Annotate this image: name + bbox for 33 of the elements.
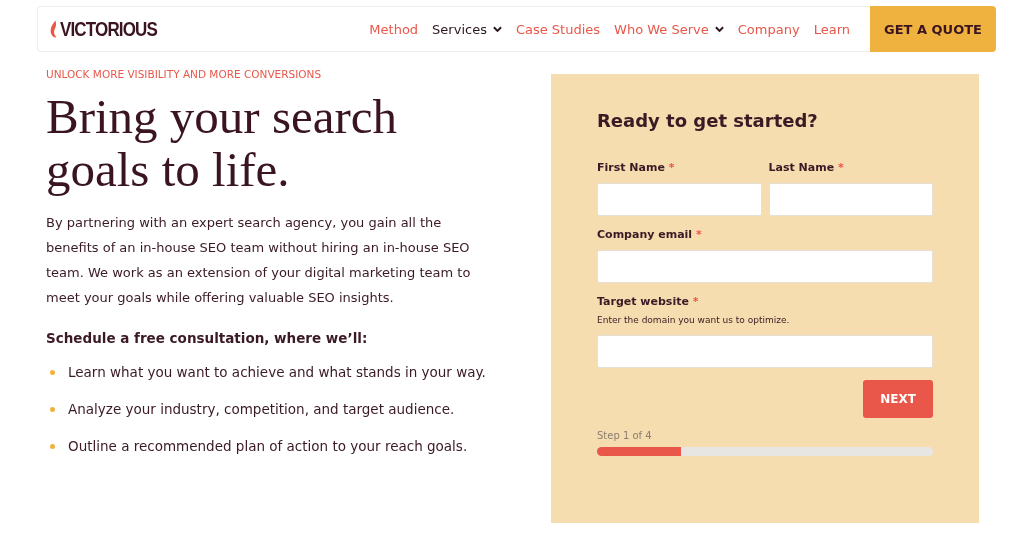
next-button[interactable]: NEXT	[863, 380, 933, 418]
input-field[interactable]	[597, 183, 762, 216]
field-label: Company email *	[597, 228, 703, 241]
hero-title: Bring your search goals to life.	[46, 90, 399, 196]
bullet-icon	[50, 369, 55, 375]
nav-link[interactable]: Case Studies	[515, 21, 601, 37]
list-heading: Schedule a free consultation, where we’ll:	[46, 330, 369, 346]
bullet-text: Analyze your industry, competition, and target audience.	[68, 400, 455, 419]
input-field[interactable]	[768, 183, 933, 216]
flame-icon	[50, 19, 59, 39]
input-field[interactable]	[597, 335, 933, 368]
chevron-down-icon	[714, 25, 724, 33]
nav-link[interactable]: Company	[737, 21, 800, 37]
bullet-text: Learn what you want to achieve and what stands in your way.	[68, 363, 486, 382]
field-label: Last Name *	[768, 161, 845, 174]
eyebrow-text: UNLOCK MORE VISIBILITY AND MORE CONVERSIONS	[46, 68, 323, 80]
bullet-text: Outline a recommended plan of action to your reach goals.	[68, 437, 468, 456]
input-field[interactable]	[597, 250, 933, 283]
bullet-icon	[50, 443, 55, 449]
hero-paragraph: By partnering with an expert search agency, you gain all the benefits of an in-house SEO team without hiring an in-house SEO team. We work as an extension of your digital marketing team to meet your goals while offering valuable SEO insights.	[46, 214, 472, 307]
chevron-down-icon	[492, 25, 502, 33]
nav-link[interactable]: Services	[432, 21, 502, 37]
field-hint: Enter the domain you want us to optimize.	[597, 315, 791, 325]
logo-text[interactable]: VICTORIOUS	[60, 17, 157, 41]
step-text: Step 1 of 4	[597, 430, 653, 441]
nav-link[interactable]: Learn	[813, 21, 850, 37]
nav-link[interactable]: Method	[369, 21, 419, 37]
field-label: First Name *	[597, 161, 676, 174]
get-a-quote-button[interactable]: GET A QUOTE	[870, 6, 996, 52]
bullet-icon	[50, 406, 55, 412]
nav-link[interactable]: Who We Serve	[614, 21, 724, 37]
field-label: Target website *	[597, 295, 700, 308]
form-title: Ready to get started?	[597, 110, 819, 131]
